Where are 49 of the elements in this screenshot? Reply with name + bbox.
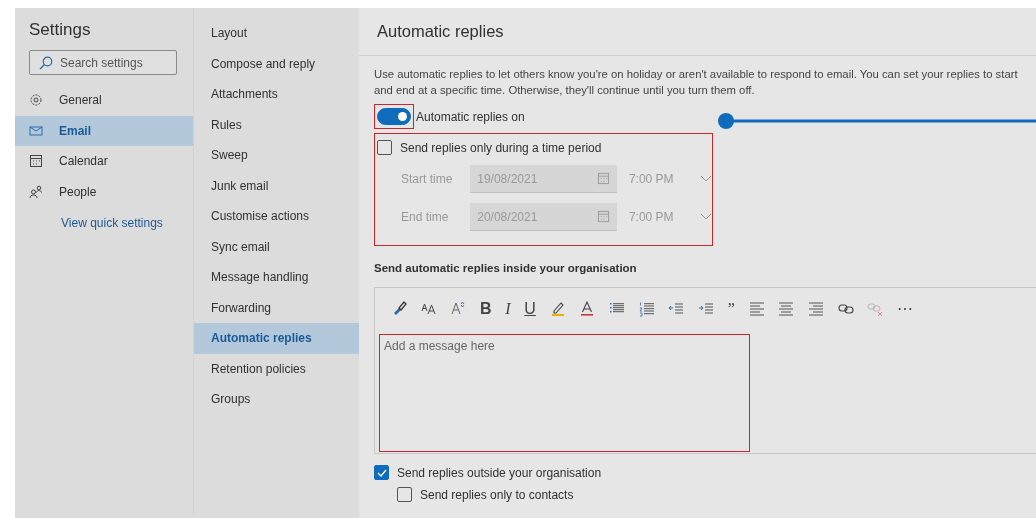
subnav-item[interactable]: Message handling [194, 262, 359, 293]
time-label: End time [400, 210, 450, 224]
nav-item[interactable]: People [15, 176, 193, 207]
nav-item[interactable]: Calendar [15, 146, 193, 177]
section-heading: Send automatic replies inside your organisation [374, 262, 638, 274]
chevron-down-icon [700, 175, 712, 183]
view-quick-settings-link[interactable]: View quick settings [15, 216, 163, 230]
subnav-item[interactable]: Customise actions [194, 201, 359, 232]
checkbox-label: Send replies only during a time period [400, 140, 602, 155]
toggle-label: Automatic replies on [416, 109, 525, 124]
subnav-item[interactable]: Forwarding [194, 292, 359, 323]
checkbox-label: Send replies only to contacts [420, 487, 574, 502]
subnav-item[interactable]: Rules [194, 109, 359, 140]
checkbox[interactable] [374, 465, 389, 480]
subnav-item[interactable]: Compose and reply [194, 48, 359, 79]
calendar-icon [596, 172, 610, 185]
checkbox-label: Send replies outside your organisation [397, 465, 602, 480]
subnav-item[interactable]: Sweep [194, 140, 359, 171]
calendar-icon [29, 154, 43, 169]
underline-button[interactable]: U [524, 299, 536, 317]
subnav-item[interactable]: Layout [194, 18, 359, 49]
nav-item[interactable]: Email [15, 115, 193, 146]
grow-font-icon[interactable] [450, 299, 467, 317]
description-text: Use automatic replies to let others know you're on holiday or aren't available to respond to email. You can set your replies to start and end at a specific time. Otherwise, they'll continue until you turn them off. [374, 67, 1019, 98]
checkbox[interactable] [397, 487, 412, 502]
message-field[interactable]: Add a message here [379, 334, 750, 452]
subnav-item[interactable]: Junk email [194, 170, 359, 201]
italic-button[interactable]: I [505, 299, 511, 317]
people-icon [29, 184, 43, 199]
nav-item[interactable]: General [15, 85, 193, 116]
quote-button[interactable]: ” [727, 299, 735, 317]
envelope-icon [29, 123, 43, 138]
search-icon [39, 56, 53, 70]
subnav-item[interactable]: Retention policies [194, 353, 359, 384]
subnav-item[interactable]: Groups [194, 384, 359, 415]
gear-icon [29, 93, 43, 108]
chevron-down-icon [700, 213, 712, 221]
subnav-item[interactable]: Attachments [194, 79, 359, 110]
font-color-icon[interactable] [579, 299, 596, 317]
settings-title: Settings [28, 20, 92, 40]
more-button[interactable]: ⋯ [896, 299, 913, 317]
page-title: Automatic replies [377, 22, 504, 41]
bold-button[interactable]: B [480, 299, 492, 317]
subnav-item[interactable]: Automatic replies [194, 323, 359, 354]
checkbox[interactable] [377, 140, 392, 155]
subnav-item[interactable]: Sync email [194, 231, 359, 262]
calendar-icon [596, 210, 610, 223]
search-field[interactable]: Search settings [29, 50, 177, 75]
time-label: Start time [400, 172, 454, 186]
